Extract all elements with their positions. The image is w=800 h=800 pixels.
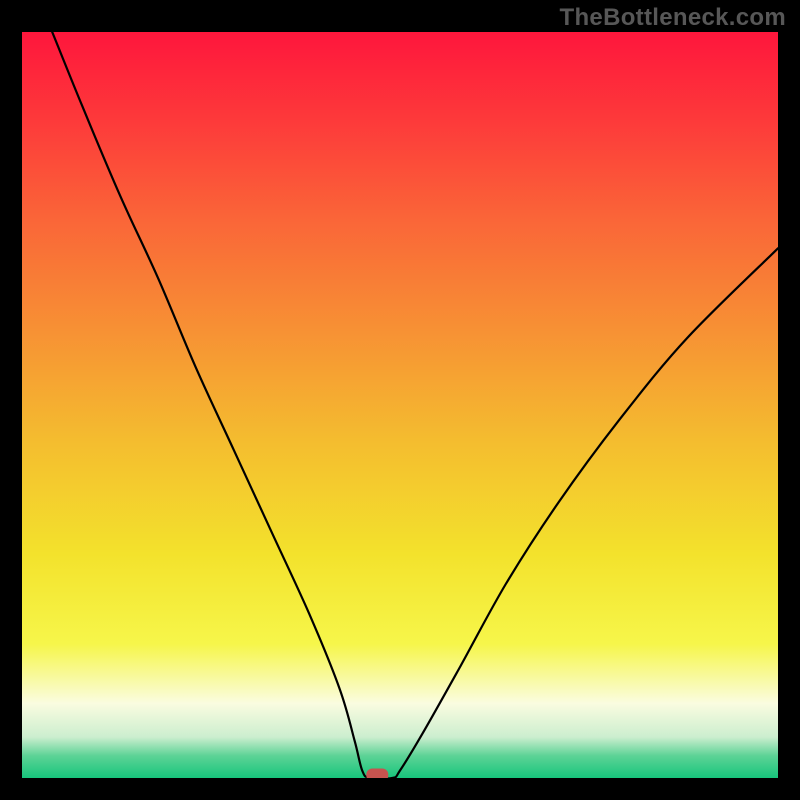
chart-svg [22,32,778,778]
plot-area [22,32,778,778]
optimum-marker [366,769,388,779]
chart-frame: TheBottleneck.com [0,0,800,800]
watermark-text: TheBottleneck.com [560,4,786,32]
gradient-rect [22,32,778,778]
